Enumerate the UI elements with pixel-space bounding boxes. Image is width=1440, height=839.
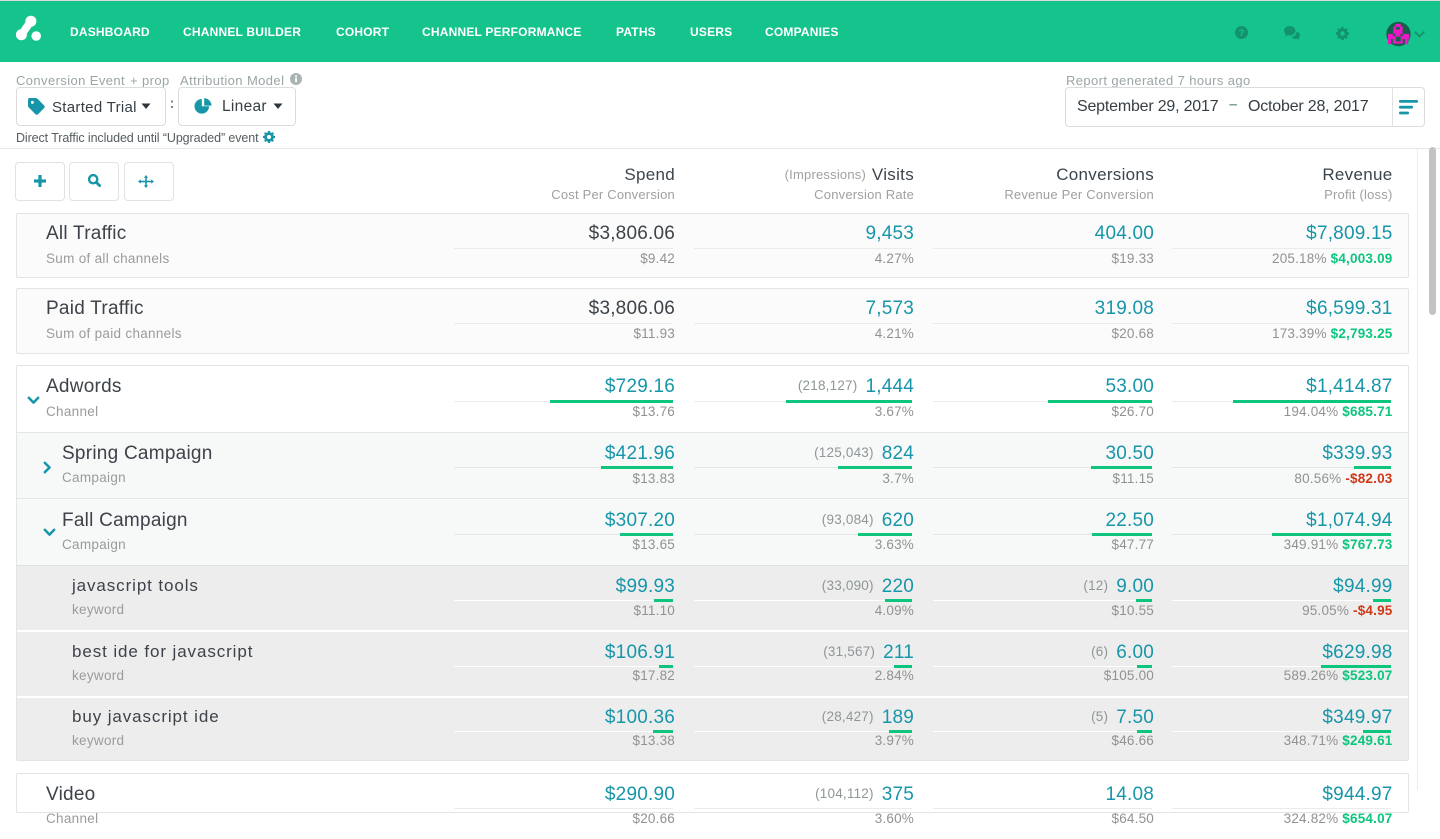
svg-text:?: ? [1239,28,1245,39]
